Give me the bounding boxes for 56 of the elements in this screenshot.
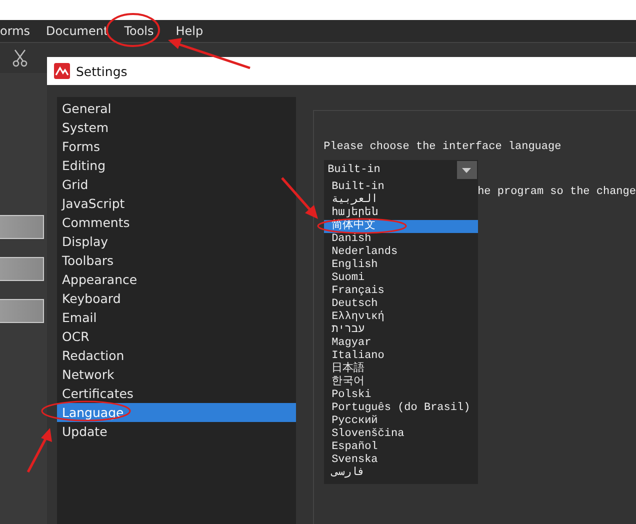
category-item[interactable]: Appearance (57, 270, 296, 289)
language-option[interactable]: Español (324, 441, 478, 454)
language-option[interactable]: 日本語 (324, 363, 478, 376)
category-item[interactable]: Certificates (57, 384, 296, 403)
category-item[interactable]: Forms (57, 137, 296, 156)
category-item[interactable]: General (57, 99, 296, 118)
language-option[interactable]: Deutsch (324, 298, 478, 311)
annotation-arrow (281, 177, 318, 219)
language-option[interactable]: Ελληνική (324, 311, 478, 324)
language-option[interactable]: Polski (324, 389, 478, 402)
category-item[interactable]: Network (57, 365, 296, 384)
category-item[interactable]: Comments (57, 213, 296, 232)
language-option[interactable]: Built-in (324, 181, 478, 194)
language-option[interactable]: العربية (324, 194, 478, 207)
caret-icon (462, 168, 472, 172)
language-option[interactable]: Italiano (324, 350, 478, 363)
language-option[interactable]: Nederlands (324, 246, 478, 259)
language-option[interactable]: Português (do Brasil) (324, 402, 478, 415)
category-item[interactable]: OCR (57, 327, 296, 346)
category-item[interactable]: Update (57, 422, 296, 441)
language-option[interactable]: Danish (324, 233, 478, 246)
category-item[interactable]: Display (57, 232, 296, 251)
language-option[interactable]: հայերեն (324, 207, 478, 220)
scissors-icon[interactable] (12, 49, 28, 67)
language-option[interactable]: 한국어 (324, 376, 478, 389)
background-field (0, 257, 44, 281)
language-option[interactable]: Slovenščina (324, 428, 478, 441)
note-text: he program so the change (478, 186, 636, 198)
background-field (0, 299, 44, 323)
category-item[interactable]: Language (57, 403, 296, 422)
language-option[interactable]: Svenska (324, 454, 478, 467)
category-item[interactable]: System (57, 118, 296, 137)
language-option[interactable]: فارسی (324, 467, 478, 480)
window-title: Settings (76, 64, 128, 78)
language-option[interactable]: Français (324, 285, 478, 298)
category-item[interactable]: Toolbars (57, 251, 296, 270)
language-dropdown[interactable]: Built-in (324, 160, 478, 180)
menu-item[interactable]: Help (176, 24, 204, 38)
category-item[interactable]: Editing (57, 156, 296, 175)
annotation-arrow (26, 428, 52, 473)
language-option[interactable]: Suomi (324, 272, 478, 285)
menu-item[interactable]: orms (0, 24, 30, 38)
category-item[interactable]: Grid (57, 175, 296, 194)
category-item[interactable]: Redaction (57, 346, 296, 365)
prompt-text: Please choose the interface language (324, 141, 562, 153)
category-item[interactable]: Email (57, 308, 296, 327)
annotation-ellipse (106, 13, 160, 47)
category-item[interactable]: JavaScript (57, 194, 296, 213)
language-option[interactable]: עברית (324, 324, 478, 337)
language-option[interactable]: Русский (324, 415, 478, 428)
language-option[interactable]: Magyar (324, 337, 478, 350)
background-field (0, 215, 44, 239)
menu-item[interactable]: Tools (124, 24, 154, 38)
app-logo-icon (54, 63, 70, 79)
language-option[interactable]: English (324, 259, 478, 272)
category-item[interactable]: Keyboard (57, 289, 296, 308)
